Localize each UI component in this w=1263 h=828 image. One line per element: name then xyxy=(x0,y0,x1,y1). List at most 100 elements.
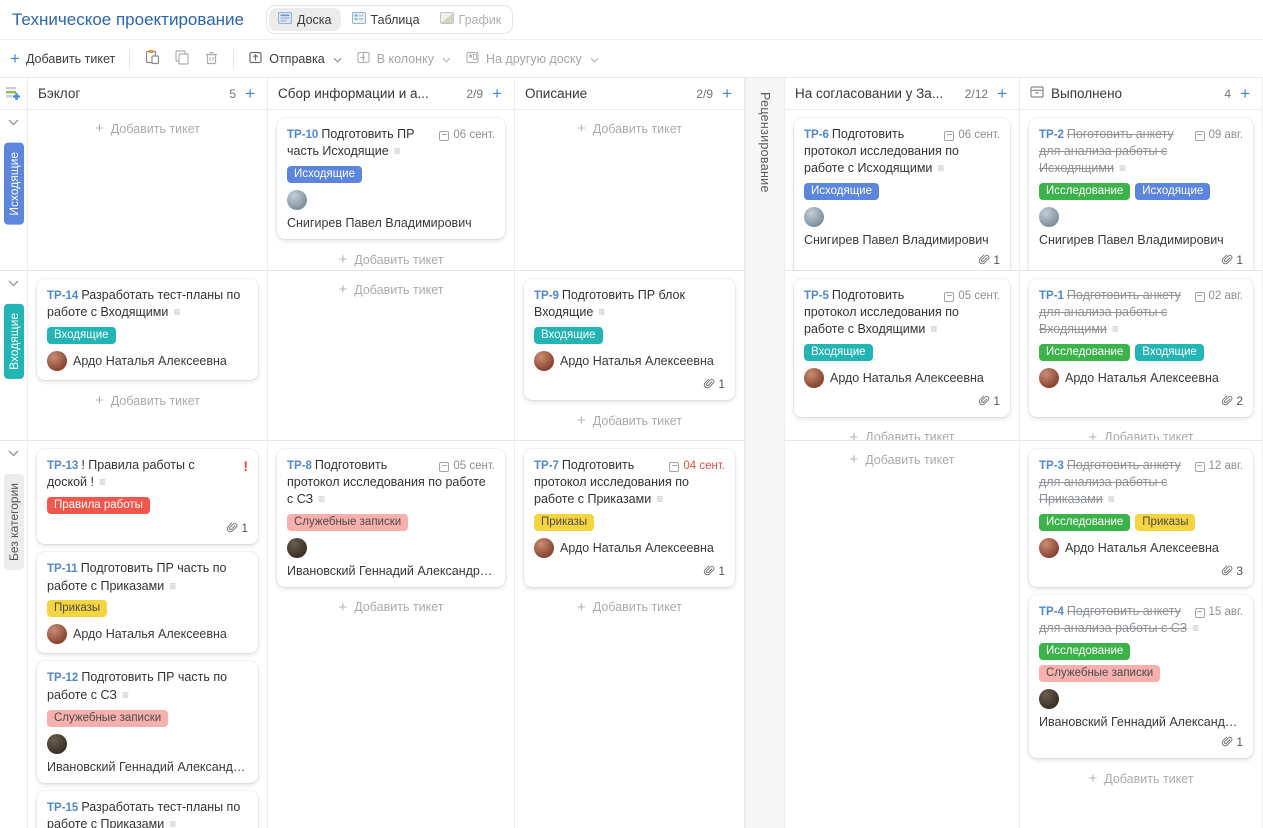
ticket-card-tp9[interactable]: ТР-9 Подготовить ПР блок Входящие ≡ Входящ… xyxy=(524,279,735,401)
ticket-card-tp2[interactable]: 09 авг. ТР-2 Поготовить анкету для анализа… xyxy=(1029,118,1253,270)
tag-orders[interactable]: Приказы xyxy=(534,513,595,531)
tag-research[interactable]: Исследование xyxy=(1039,513,1131,531)
add-ticket-ghost[interactable]: + Добавить тикет xyxy=(268,241,514,270)
board-cell: + Добавить тикет xyxy=(515,110,745,270)
ticket-card-tp15[interactable]: ТР-15 Разработать тест-планы по работе с … xyxy=(37,790,258,828)
tag-memos[interactable]: Служебные записки xyxy=(47,709,169,727)
ticket-key[interactable]: ТР-15 xyxy=(47,802,78,814)
due-date: 09 авг. xyxy=(1194,126,1243,143)
tag-incoming[interactable]: Входящие xyxy=(47,327,116,345)
ticket-card-tp12[interactable]: ТР-12 Подготовить ПР часть по работе с СЗ… xyxy=(37,661,258,783)
tag-incoming[interactable]: Входящие xyxy=(534,327,603,345)
to-other-board-button[interactable]: На другую доску xyxy=(465,50,599,68)
tag-outgoing[interactable]: Исходящие xyxy=(287,166,362,184)
tag-research[interactable]: Исследование xyxy=(1039,182,1131,200)
ticket-key[interactable]: ТР-3 xyxy=(1039,460,1064,472)
column-header-backlog: Бэклог 5 + xyxy=(28,78,268,110)
column-count: 4 xyxy=(1224,86,1232,101)
add-ticket-ghost[interactable]: + Добавить тикет xyxy=(1020,419,1262,440)
add-ticket-column-button[interactable]: + xyxy=(490,85,504,102)
add-ticket-column-button[interactable]: + xyxy=(243,85,257,102)
ticket-key[interactable]: ТР-6 xyxy=(804,129,829,141)
tag-orders[interactable]: Приказы xyxy=(1135,513,1196,531)
calendar-icon xyxy=(944,291,955,302)
add-ticket-ghost[interactable]: + Добавить тикет xyxy=(515,110,744,145)
add-ticket-column-button[interactable]: + xyxy=(995,85,1009,102)
ticket-key[interactable]: ТР-5 xyxy=(804,290,829,302)
tab-label: Таблица xyxy=(370,12,420,27)
tag-memos[interactable]: Служебные записки xyxy=(1039,665,1161,683)
assignee-name: Ардо Наталья Алексеевна xyxy=(830,370,984,385)
tag-incoming[interactable]: Входящие xyxy=(804,343,873,361)
tag-outgoing[interactable]: Исходящие xyxy=(804,182,879,200)
ticket-key[interactable]: ТР-14 xyxy=(47,290,78,302)
tag-outgoing[interactable]: Исходящие xyxy=(1135,182,1211,200)
ticket-card-tp13[interactable]: ! ТР-13! Правила работы с доской ! ≡ Прави… xyxy=(37,449,258,545)
ticket-card-tp6[interactable]: 06 сент. ТР-6 Подготовить протокол исследо… xyxy=(794,118,1010,270)
ticket-card-tp5[interactable]: 05 сент. ТР-5 Подготовить протокол исследо… xyxy=(794,279,1010,417)
tag-orders[interactable]: Приказы xyxy=(47,600,108,618)
add-ticket-ghost[interactable]: + Добавить тикет xyxy=(28,110,267,145)
paste-button[interactable] xyxy=(144,49,160,68)
ticket-key[interactable]: ТР-11 xyxy=(47,563,78,575)
ticket-key[interactable]: ТР-12 xyxy=(47,672,78,684)
add-ticket-ghost[interactable]: + Добавить тикет xyxy=(515,589,744,624)
ticket-card-tp4[interactable]: 15 авг. ТР-4 Подготовить анкету для анализ… xyxy=(1029,594,1253,759)
tag-incoming[interactable]: Входящие xyxy=(1135,343,1204,361)
ticket-card-tp3[interactable]: 12 авг. ТР-3 Подготовить анкету для анализ… xyxy=(1029,449,1253,587)
add-ticket-column-button[interactable]: + xyxy=(720,85,734,102)
rail-header xyxy=(0,78,28,110)
ticket-key[interactable]: ТР-10 xyxy=(287,129,318,141)
tab-board[interactable]: Доска xyxy=(269,8,341,31)
tag-memos[interactable]: Служебные записки xyxy=(287,513,409,531)
ticket-card-tp1[interactable]: 02 авг. ТР-1 Подготовить анкету для анализ… xyxy=(1029,279,1253,417)
board-cell: 05 сент. ТР-5 Подготовить протокол исследо… xyxy=(785,270,1020,440)
add-ticket-ghost[interactable]: + Добавить тикет xyxy=(515,402,744,437)
avatar xyxy=(804,206,824,227)
swimlane-label-outgoing[interactable]: Исходящие xyxy=(3,143,24,225)
ticket-card-tp8[interactable]: 05 сент. ТР-8 Подготовить протокол исследо… xyxy=(277,449,505,587)
ticket-key[interactable]: ТР-2 xyxy=(1039,129,1064,141)
add-ticket-ghost[interactable]: + Добавить тикет xyxy=(785,441,1019,476)
ticket-key[interactable]: ТР-4 xyxy=(1039,606,1064,618)
tag-research[interactable]: Исследование xyxy=(1039,343,1131,361)
tab-table[interactable]: Таблица xyxy=(343,8,429,31)
copy-button[interactable] xyxy=(174,49,190,68)
ticket-key[interactable]: ТР-7 xyxy=(534,460,559,472)
add-ticket-ghost[interactable]: + Добавить тикет xyxy=(28,382,267,417)
add-swimlane-icon[interactable] xyxy=(5,85,22,107)
add-ticket-ghost[interactable]: + Добавить тикет xyxy=(268,589,514,624)
add-ticket-ghost[interactable]: + Добавить тикет xyxy=(785,419,1019,440)
ticket-card-tp14[interactable]: ТР-14 Разработать тест-планы по работе с … xyxy=(37,279,258,381)
add-ticket-ghost[interactable]: + Добавить тикет xyxy=(268,271,514,306)
tab-chart[interactable]: График xyxy=(431,8,511,31)
swimlane-label-incoming[interactable]: Входящие xyxy=(3,304,24,379)
ticket-key[interactable]: ТР-9 xyxy=(534,290,559,302)
to-column-button[interactable]: В колонку xyxy=(356,50,451,68)
add-ticket-ghost[interactable]: + Добавить тикет xyxy=(1020,760,1262,795)
add-ticket-label: Добавить тикет xyxy=(25,51,116,66)
description-icon: ≡ xyxy=(1118,160,1126,175)
description-icon: ≡ xyxy=(173,305,181,320)
swimlane-label-no-category[interactable]: Без категории xyxy=(3,474,24,570)
send-button[interactable]: Отправка xyxy=(248,50,342,68)
add-ticket-button[interactable]: + Добавить тикет xyxy=(10,50,115,67)
assignee-name: Ардо Наталья Алексеевна xyxy=(1065,370,1219,385)
delete-button[interactable] xyxy=(204,50,219,68)
ticket-key[interactable]: ТР-8 xyxy=(287,460,312,472)
chevron-down-icon[interactable] xyxy=(8,280,19,287)
chevron-down-icon[interactable] xyxy=(8,119,19,126)
ticket-key[interactable]: ТР-13 xyxy=(47,460,78,472)
add-ticket-column-button[interactable]: + xyxy=(1238,85,1252,102)
column-collapsed-review[interactable]: Рецензирование xyxy=(745,78,785,828)
chevron-down-icon[interactable] xyxy=(8,450,19,457)
avatar xyxy=(287,537,307,558)
tag-rules[interactable]: Правила работы xyxy=(47,497,150,515)
ticket-card-tp11[interactable]: ТР-11 Подготовить ПР часть по работе с Пр… xyxy=(37,552,258,654)
ticket-key[interactable]: ТР-1 xyxy=(1039,290,1064,302)
tag-research[interactable]: Исследование xyxy=(1039,643,1131,661)
assignee-name: Ардо Наталья Алексеевна xyxy=(560,354,714,369)
ticket-card-tp10[interactable]: 06 сент. ТР-10 Подготовить ПР часть Исходя… xyxy=(277,118,505,240)
plus-icon: + xyxy=(1088,770,1098,788)
ticket-card-tp7[interactable]: 04 сент. ТР-7 Подготовить протокол исследо… xyxy=(524,449,735,587)
